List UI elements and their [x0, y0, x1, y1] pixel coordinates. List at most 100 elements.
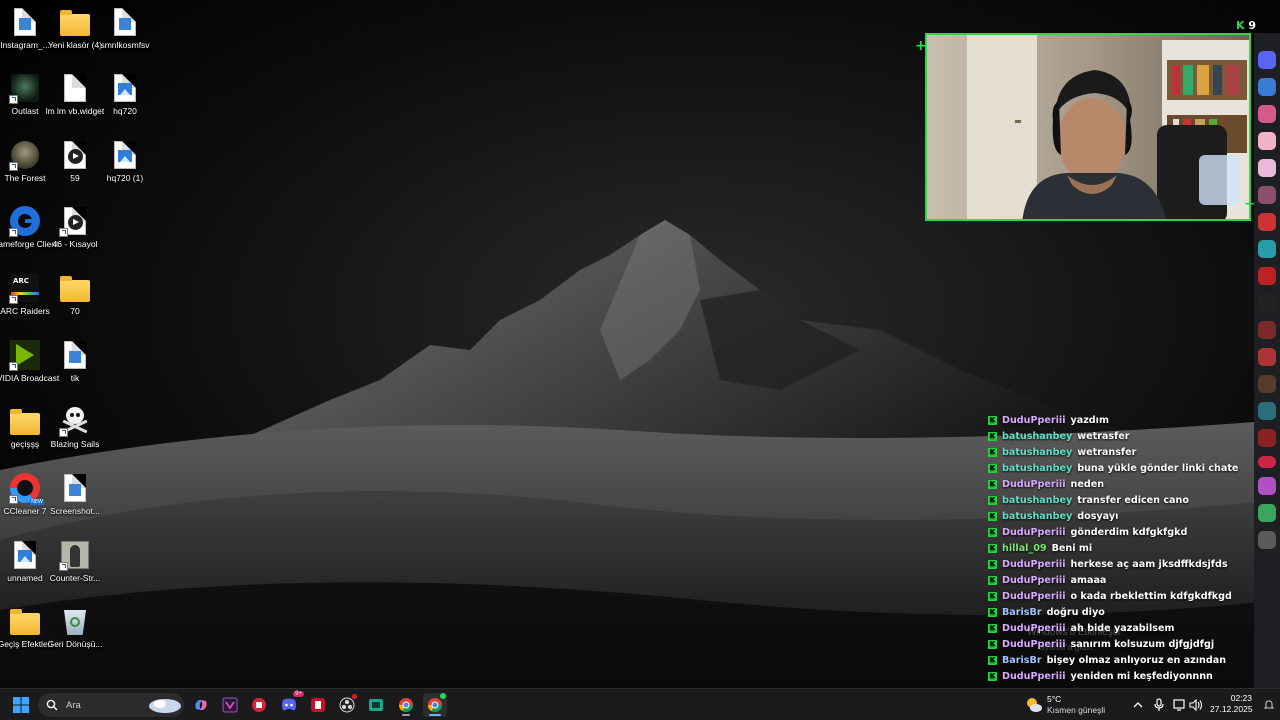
server-icon[interactable]: [1258, 132, 1276, 150]
desktop-icon[interactable]: hq720 (1): [100, 139, 150, 183]
document-file-icon: [59, 339, 91, 371]
chat-username: DuduPperiii: [1002, 558, 1066, 570]
shortcut-arrow-icon: [59, 228, 68, 237]
copilot-button[interactable]: [189, 693, 213, 717]
document-file-icon: [59, 472, 91, 504]
desktop-icon[interactable]: Counter-Str...: [50, 539, 100, 583]
microphone-icon: [1154, 698, 1164, 711]
chat-username: batushanbey: [1002, 430, 1073, 442]
server-icon[interactable]: [1258, 477, 1276, 495]
desktop-icon-label: smnlkosmfsv: [100, 40, 150, 50]
discord-home-icon[interactable]: [1258, 51, 1276, 69]
chat-message-text: amaaa: [1070, 574, 1107, 586]
chat-message: Kbatushanbey wetransfer: [940, 444, 1260, 460]
volume-button[interactable]: [1184, 693, 1208, 717]
activation-watermark-subtext: ayarlar'a gidin.: [1040, 642, 1096, 652]
kick-badge-icon: K: [988, 623, 997, 633]
image-file-icon: [9, 539, 41, 571]
server-icon[interactable]: [1258, 531, 1276, 549]
start-button[interactable]: [9, 693, 33, 717]
kick-badge-icon: K: [988, 431, 997, 441]
notification-pill: [1258, 456, 1276, 468]
server-icon[interactable]: [1258, 78, 1276, 96]
server-icon[interactable]: [1258, 186, 1276, 204]
server-icon[interactable]: [1258, 105, 1276, 123]
app-red-button[interactable]: [247, 693, 271, 717]
obs-button[interactable]: [335, 693, 359, 717]
clock[interactable]: 02:23 27.12.2025: [1210, 693, 1253, 715]
weather-description: Kısmen güneşli: [1047, 705, 1106, 715]
kick-badge-icon: K: [988, 639, 997, 649]
taskbar-search-box[interactable]: Ara: [38, 693, 184, 717]
shortcut-arrow-icon: [59, 562, 68, 571]
shortcut-arrow-icon: [9, 295, 18, 304]
weather-widget[interactable]: 5°C Kısmen güneşli: [1025, 694, 1105, 716]
activation-watermark: Windows'u Etkinleştir: [1027, 627, 1122, 638]
visual-studio-button[interactable]: [218, 693, 242, 717]
skull-icon: [59, 405, 91, 437]
chrome-button[interactable]: [394, 693, 418, 717]
partly-sunny-icon: [1027, 698, 1042, 712]
kick-badge-icon: K: [988, 479, 997, 489]
chat-username: DuduPperiii: [1002, 670, 1066, 682]
desktop-icon[interactable]: smnlkosmfsv: [100, 6, 150, 50]
chat-username: DuduPperiii: [1002, 414, 1066, 426]
desktop-icon-label: Geri Dönüşü...: [47, 639, 103, 649]
server-icon[interactable]: [1258, 159, 1276, 177]
chat-message-text: gönderdim kdfgkfgkd: [1070, 526, 1188, 538]
chat-message-text: o kada rbeklettim kdfgkdfkgd: [1070, 590, 1232, 602]
outlast-game-icon: [9, 72, 41, 104]
chat-message: K DuduPperiii amaaa: [940, 572, 1260, 588]
desktop-icon[interactable]: Geri Dönüşü...: [48, 605, 102, 649]
shortcut-arrow-icon: [9, 228, 18, 237]
server-icon[interactable]: [1258, 429, 1276, 447]
desktop-icon-label: tik: [70, 373, 80, 383]
shortcut-arrow-icon: [9, 362, 18, 371]
server-icon[interactable]: [1258, 402, 1276, 420]
clock-time: 02:23: [1230, 693, 1252, 703]
discord-button[interactable]: 9+: [277, 691, 304, 717]
desktop-icon-label: Counter-Str...: [49, 573, 101, 583]
notification-center-button[interactable]: [1260, 693, 1278, 717]
active-indicator: [429, 714, 441, 716]
folder-icon: [59, 272, 91, 304]
server-icon[interactable]: [1258, 267, 1276, 285]
image-file-icon: [109, 139, 141, 171]
desktop-icon[interactable]: tik: [50, 339, 100, 383]
kick-badge-icon: K: [988, 655, 997, 665]
desktop-icon[interactable]: Blazing Sails: [50, 405, 100, 449]
kick-badge-icon: K: [988, 543, 997, 553]
kick-badge-icon: K: [988, 511, 997, 521]
chat-username: DuduPperiii: [1002, 574, 1066, 586]
blank-file-icon: [59, 72, 91, 104]
recycle-bin-icon: [59, 605, 91, 637]
stream-chat-overlay: K DuduPperiii yazdım Kbatushanbey wetrasfer K…: [940, 412, 1260, 684]
server-icon[interactable]: [1258, 375, 1276, 393]
app-green-icon: [369, 699, 383, 711]
server-icon[interactable]: [1258, 348, 1276, 366]
server-icon[interactable]: [1258, 294, 1276, 312]
kick-badge-icon: K: [988, 415, 997, 425]
app-green-button[interactable]: [364, 693, 388, 717]
app-red-2-button[interactable]: [306, 693, 330, 717]
chat-username: BarisBr: [1002, 654, 1042, 666]
weather-temperature: 5°C: [1047, 694, 1062, 704]
desktop-icon[interactable]: 46 - Kısayol: [50, 205, 100, 249]
chrome-profile-button[interactable]: [423, 693, 447, 717]
server-icon[interactable]: [1258, 240, 1276, 258]
kick-viewer-badge: K 9: [1236, 19, 1257, 32]
chat-username: batushanbey: [1002, 510, 1073, 522]
chat-message: K DuduPperiii gönderdim kdfgkfgkd: [940, 524, 1260, 540]
desktop-icon[interactable]: Screenshot...: [50, 472, 100, 516]
desktop-icon[interactable]: hq720: [100, 72, 150, 116]
desktop-icon[interactable]: 70: [50, 272, 100, 316]
chat-message: Khillal_09 Beni mi: [940, 540, 1260, 556]
shortcut-arrow-icon: [59, 428, 68, 437]
chat-username: DuduPperiii: [1002, 526, 1066, 538]
chat-username: batushanbey: [1002, 494, 1073, 506]
server-icon[interactable]: [1258, 504, 1276, 522]
discord-notification-badge: 9+: [293, 691, 304, 697]
webcam-overlay: [925, 33, 1251, 221]
server-icon[interactable]: [1258, 213, 1276, 231]
server-icon[interactable]: [1258, 321, 1276, 339]
